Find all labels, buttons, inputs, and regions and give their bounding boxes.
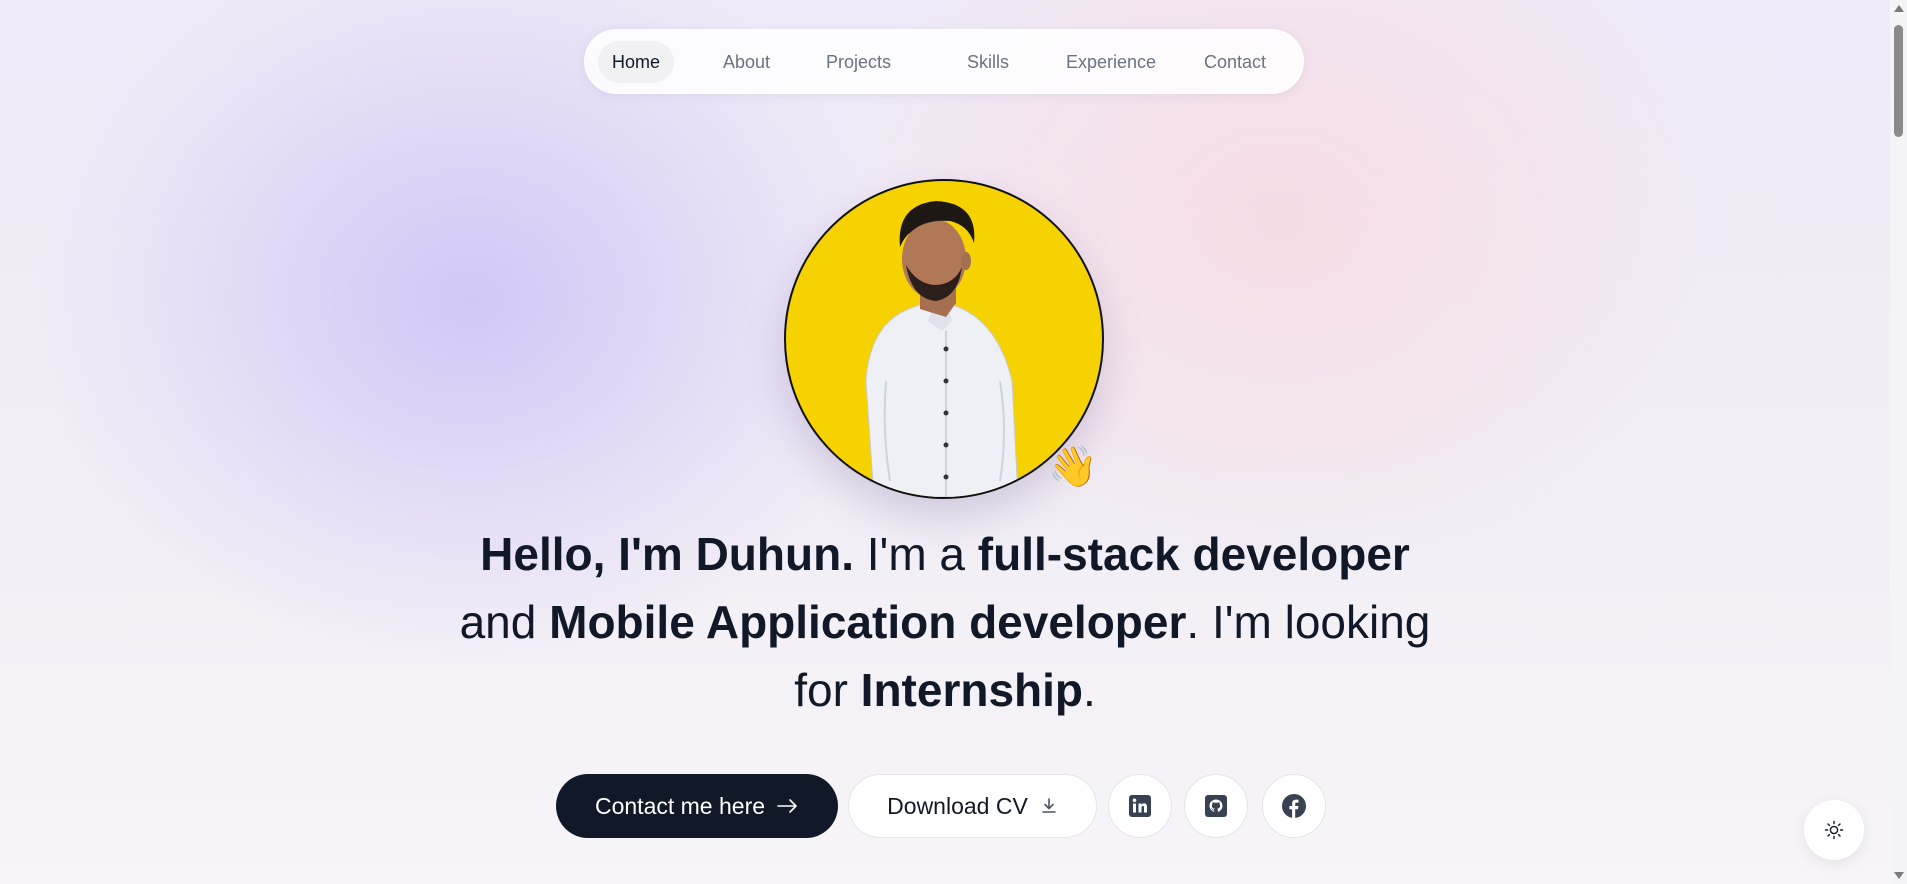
- download-icon: [1042, 798, 1056, 813]
- download-cv-label: Download CV: [887, 792, 1028, 819]
- contact-button[interactable]: Contact me here: [556, 774, 838, 838]
- theme-toggle-button[interactable]: [1804, 800, 1864, 860]
- role-fullstack: full-stack developer: [977, 528, 1410, 580]
- download-cv-button[interactable]: Download CV: [848, 774, 1097, 838]
- github-icon: [1205, 795, 1227, 817]
- goal-internship: Internship: [860, 664, 1084, 716]
- hero-headline: Hello, I'm Duhun. I'm a full-stack devel…: [440, 520, 1450, 724]
- headline-text-1: I'm a: [853, 528, 978, 580]
- facebook-icon: [1282, 794, 1306, 818]
- linkedin-button[interactable]: [1108, 774, 1172, 838]
- nav-skills[interactable]: Skills: [953, 41, 1023, 83]
- nav-projects[interactable]: Projects: [812, 41, 905, 83]
- scroll-down-arrow-icon[interactable]: [1894, 872, 1904, 879]
- role-mobile: Mobile Application developer: [549, 596, 1187, 648]
- linkedin-icon: [1129, 795, 1151, 817]
- headline-text-2: and: [459, 596, 550, 648]
- scrollbar-thumb[interactable]: [1894, 25, 1903, 137]
- greeting-text: Hello, I'm Duhun.: [480, 528, 854, 580]
- headline-end: .: [1083, 664, 1096, 716]
- nav-home[interactable]: Home: [598, 41, 675, 83]
- nav-experience[interactable]: Experience: [1052, 41, 1170, 83]
- sun-icon: [1824, 820, 1844, 840]
- nav-about[interactable]: About: [709, 41, 784, 83]
- vertical-scrollbar[interactable]: [1890, 0, 1907, 884]
- arrow-right-icon: [777, 799, 797, 813]
- facebook-button[interactable]: [1262, 774, 1326, 838]
- contact-button-label: Contact me here: [594, 792, 766, 819]
- waving-hand-icon: 👋: [1048, 445, 1098, 489]
- profile-avatar-wrapper: 👋: [784, 179, 1104, 499]
- github-button[interactable]: [1184, 774, 1248, 838]
- scroll-up-arrow-icon[interactable]: [1894, 5, 1904, 12]
- nav-contact[interactable]: Contact: [1190, 41, 1280, 83]
- top-navigation: Home About Projects Skills Experience Co…: [584, 29, 1304, 94]
